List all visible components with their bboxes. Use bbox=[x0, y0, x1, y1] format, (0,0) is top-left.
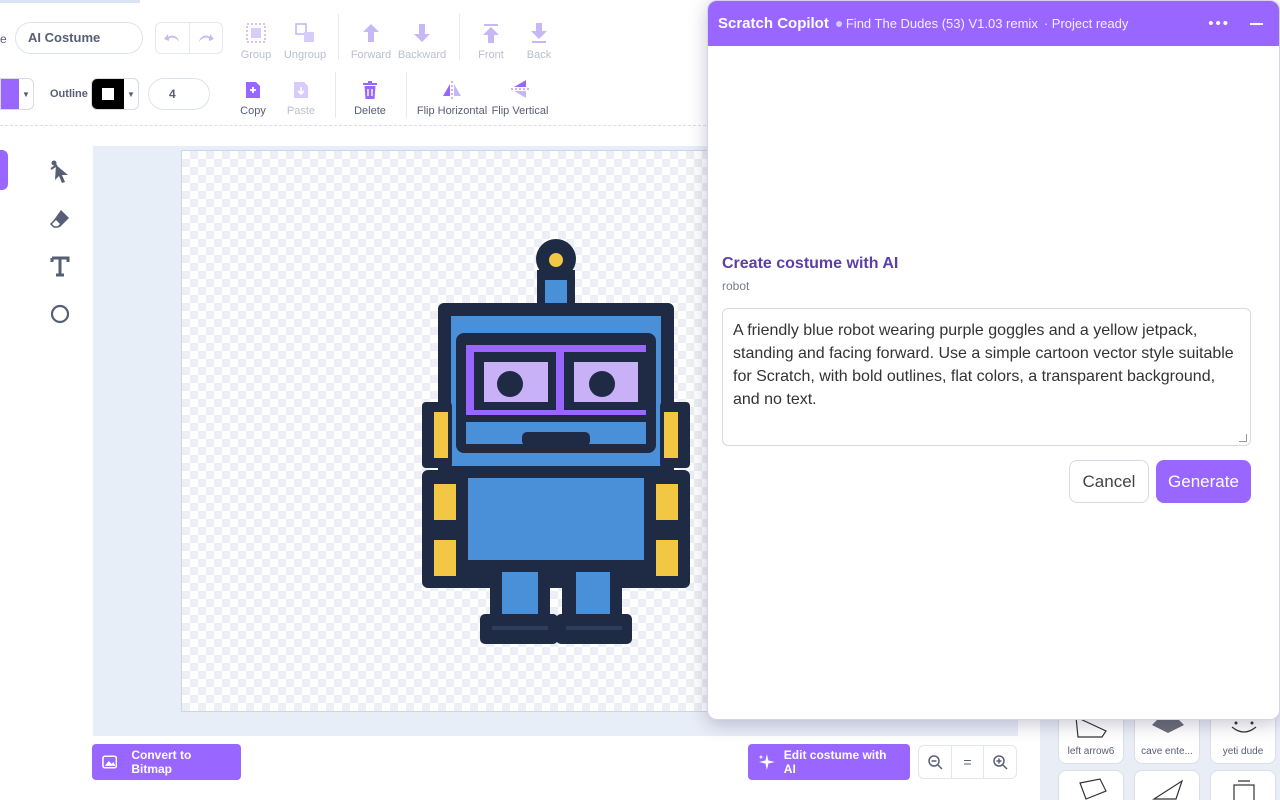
reshape-icon bbox=[50, 160, 68, 183]
backward-label: Backward bbox=[397, 49, 447, 61]
ungroup-button[interactable]: Ungroup bbox=[273, 20, 337, 61]
convert-to-bitmap-button[interactable]: Convert to Bitmap bbox=[92, 744, 241, 780]
caret-down-icon: ▼ bbox=[22, 89, 30, 99]
status-dot-icon bbox=[835, 20, 842, 27]
flip-horizontal-button[interactable]: Flip Horizontal bbox=[413, 76, 491, 117]
copilot-status: · Project ready bbox=[1043, 16, 1129, 31]
flip-vertical-button[interactable]: Flip Vertical bbox=[484, 76, 556, 117]
text-tool[interactable] bbox=[44, 250, 76, 282]
resize-handle-icon[interactable] bbox=[1239, 434, 1247, 442]
shape-thumbnail-icon bbox=[1079, 778, 1107, 800]
redo-button[interactable] bbox=[188, 23, 223, 53]
eraser-tool[interactable] bbox=[44, 203, 76, 235]
costume-name-input[interactable]: AI Costume bbox=[15, 22, 143, 54]
flip-vertical-label: Flip Vertical bbox=[491, 105, 549, 117]
top-divider bbox=[0, 0, 140, 3]
paste-button[interactable]: Paste bbox=[269, 76, 333, 117]
paste-icon bbox=[294, 82, 308, 98]
prompt-text: A friendly blue robot wearing purple gog… bbox=[733, 322, 1234, 408]
zoom-reset-button[interactable]: = bbox=[950, 746, 984, 778]
generate-button[interactable]: Generate bbox=[1156, 460, 1251, 503]
fill-color-picker[interactable]: ▼ bbox=[0, 78, 34, 110]
costume-tile[interactable] bbox=[1210, 770, 1276, 800]
forward-icon bbox=[363, 24, 379, 42]
more-options-icon[interactable]: ••• bbox=[1208, 15, 1230, 32]
front-icon bbox=[483, 24, 499, 43]
shape-thumbnail-icon bbox=[1151, 779, 1184, 800]
circle-icon bbox=[50, 304, 70, 324]
costume-prompt-textarea[interactable]: A friendly blue robot wearing purple gog… bbox=[722, 308, 1251, 446]
ungroup-label: Ungroup bbox=[283, 49, 327, 61]
back-button[interactable]: Back bbox=[507, 20, 571, 61]
undo-icon bbox=[164, 34, 180, 42]
ungroup-icon bbox=[295, 23, 314, 42]
outline-label: Outline bbox=[50, 88, 88, 100]
fill-color-swatch bbox=[1, 79, 19, 109]
convert-to-bitmap-label: Convert to Bitmap bbox=[131, 748, 192, 776]
redo-icon bbox=[198, 34, 214, 42]
front-label: Front bbox=[478, 49, 504, 61]
cancel-button[interactable]: Cancel bbox=[1069, 460, 1149, 503]
edit-costume-with-ai-label: Edit costume with AI bbox=[783, 748, 887, 776]
toolbar-divider bbox=[335, 72, 336, 118]
create-costume-heading: Create costume with AI bbox=[722, 255, 899, 272]
stroke-width-input[interactable]: 4 bbox=[148, 78, 210, 110]
shape-thumbnail-icon bbox=[1233, 780, 1255, 800]
sparkle-icon bbox=[758, 754, 775, 770]
zoom-in-icon bbox=[993, 755, 1008, 770]
flip-horizontal-label: Flip Horizontal bbox=[416, 105, 488, 117]
paste-label: Paste bbox=[286, 105, 316, 117]
costume-tile[interactable] bbox=[1058, 770, 1124, 800]
copilot-title: Scratch Copilot bbox=[718, 15, 829, 32]
zoom-in-button[interactable] bbox=[983, 746, 1016, 778]
copy-label: Copy bbox=[240, 105, 266, 117]
copilot-header: Scratch Copilot Find The Dudes (53) V1.0… bbox=[708, 1, 1279, 46]
undo-redo-group bbox=[155, 22, 223, 54]
flip-vertical-icon bbox=[511, 80, 529, 98]
undo-button[interactable] bbox=[156, 23, 189, 53]
copilot-panel: Scratch Copilot Find The Dudes (53) V1.0… bbox=[707, 0, 1280, 720]
costume-tile-label: left arrow6 bbox=[1067, 746, 1115, 757]
circle-tool[interactable] bbox=[44, 298, 76, 330]
group-label: Group bbox=[240, 49, 272, 61]
group-icon bbox=[246, 23, 266, 43]
copilot-project-name: Find The Dudes (53) V1.03 remix bbox=[845, 16, 1038, 31]
zoom-out-button[interactable] bbox=[919, 746, 951, 778]
robot-costume-drawing[interactable] bbox=[420, 238, 692, 648]
costume-tile[interactable] bbox=[1134, 770, 1200, 800]
toolbar-divider bbox=[406, 72, 407, 118]
back-label: Back bbox=[526, 49, 552, 61]
trash-icon bbox=[363, 81, 377, 99]
reshape-tool[interactable] bbox=[44, 156, 76, 188]
flip-horizontal-icon bbox=[443, 81, 461, 99]
text-icon bbox=[50, 256, 70, 277]
copy-icon bbox=[246, 82, 260, 98]
create-costume-subtitle: robot bbox=[722, 279, 750, 293]
caret-down-icon: ▼ bbox=[127, 89, 135, 99]
eraser-icon bbox=[49, 210, 69, 228]
zoom-out-icon bbox=[928, 755, 943, 770]
costume-tile-label: yeti dude bbox=[1222, 746, 1264, 757]
outline-color-picker[interactable]: ▼ bbox=[91, 78, 139, 110]
costume-name-label: e bbox=[0, 32, 7, 46]
edit-costume-with-ai-button[interactable]: Edit costume with AI bbox=[748, 744, 910, 780]
outline-color-swatch bbox=[92, 79, 124, 109]
backward-button[interactable]: Backward bbox=[390, 20, 454, 61]
delete-button[interactable]: Delete bbox=[338, 76, 402, 117]
backward-icon bbox=[414, 24, 430, 42]
active-tool-indicator bbox=[0, 150, 8, 190]
back-icon bbox=[531, 23, 547, 43]
minimize-icon[interactable] bbox=[1250, 17, 1263, 31]
forward-label: Forward bbox=[350, 49, 392, 61]
delete-label: Delete bbox=[354, 105, 386, 117]
image-icon bbox=[102, 755, 118, 769]
costume-tile-label: cave ente... bbox=[1141, 746, 1193, 757]
toolbar-divider bbox=[0, 125, 706, 126]
zoom-controls: = bbox=[918, 745, 1017, 779]
